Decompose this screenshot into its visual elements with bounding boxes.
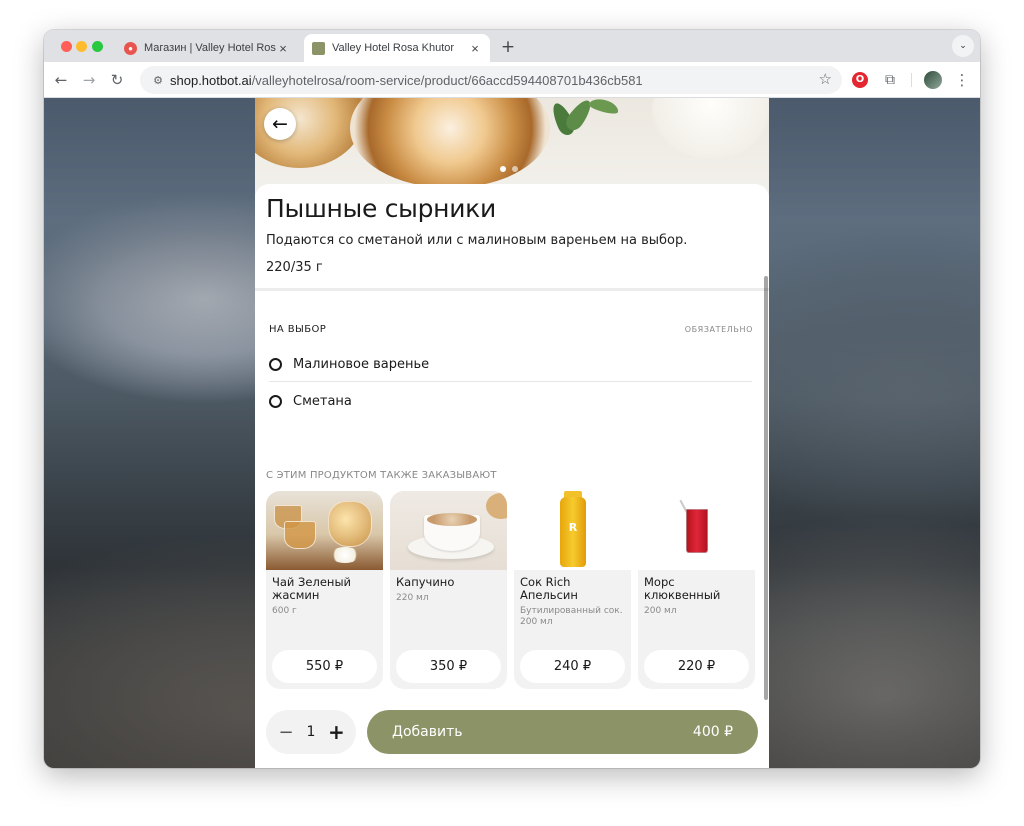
product-card-meta: 200 мл xyxy=(644,606,677,616)
zoom-window-button[interactable] xyxy=(92,41,103,52)
product-card[interactable]: Капучино 220 мл 350 ₽ xyxy=(390,491,507,689)
sour-cream-bowl xyxy=(651,98,769,158)
close-window-button[interactable] xyxy=(61,41,72,52)
site-settings-icon[interactable]: ⚙ xyxy=(146,74,170,87)
product-card-meta: 220 мл xyxy=(396,593,429,603)
url-path: /valleyhotelrosa/room-service/product/66… xyxy=(251,72,643,88)
product-card-price-button[interactable]: 350 ₽ xyxy=(396,650,501,683)
product-card-image xyxy=(266,491,383,570)
product-card[interactable]: Чай Зеленый жасмин 600 г 550 ₽ xyxy=(266,491,383,689)
browser-menu-icon[interactable]: ⋮ xyxy=(952,70,972,90)
opera-extension-icon[interactable]: O xyxy=(852,72,868,88)
also-ordered-title: С ЭТИМ ПРОДУКТОМ ТАКЖЕ ЗАКАЗЫВАЮТ xyxy=(266,470,497,481)
pancake-image xyxy=(350,98,550,188)
juice-logo-icon: R xyxy=(568,521,578,534)
option-raspberry-jam[interactable]: Малиновое варенье xyxy=(269,348,752,382)
option-label: Малиновое варенье xyxy=(293,357,430,372)
tab-valley-hotel[interactable]: Valley Hotel Rosa Khutor × xyxy=(304,34,490,62)
extensions-puzzle-icon[interactable]: ⧉ xyxy=(880,70,900,90)
browser-window: ● Магазин | Valley Hotel Rosa K × Valley… xyxy=(44,30,980,768)
add-to-cart-label: Добавить xyxy=(392,724,463,740)
bookmark-star-icon[interactable]: ☆ xyxy=(819,70,832,88)
tab-shop[interactable]: ● Магазин | Valley Hotel Rosa K × xyxy=(116,34,298,62)
profile-avatar[interactable] xyxy=(924,71,942,89)
section-divider xyxy=(255,288,769,291)
tab-search-button[interactable]: ⌄ xyxy=(952,35,974,57)
options-header: НА ВЫБОР ОБЯЗАТЕЛЬНО xyxy=(269,324,753,335)
mors-glass-image xyxy=(686,509,708,553)
product-info: Пышные сырники Подаются со сметаной или … xyxy=(255,184,769,289)
tab-title: Магазин | Valley Hotel Rosa K xyxy=(144,42,276,54)
flame-icon: ● xyxy=(124,41,137,55)
carousel-dots[interactable] xyxy=(500,166,518,172)
product-card-image xyxy=(390,491,507,570)
reload-icon[interactable]: ↻ xyxy=(106,69,128,91)
increase-quantity-button[interactable]: + xyxy=(328,720,345,744)
product-card-image xyxy=(638,491,755,570)
product-card-meta: 600 г xyxy=(272,606,297,616)
tab-title: Valley Hotel Rosa Khutor xyxy=(332,42,455,54)
page-background: ← Пышные сырники Подаются со сметаной ил… xyxy=(44,98,980,768)
required-badge: ОБЯЗАТЕЛЬНО xyxy=(684,325,753,334)
carousel-dot[interactable] xyxy=(500,166,506,172)
back-arrow-icon[interactable]: ← xyxy=(50,69,72,91)
product-card-price-button[interactable]: 550 ₽ xyxy=(272,650,377,683)
radio-button[interactable] xyxy=(269,394,282,408)
cookie-image xyxy=(486,493,507,519)
product-card-name: Капучино xyxy=(396,575,455,589)
add-to-cart-total: 400 ₽ xyxy=(692,724,733,740)
new-tab-button[interactable]: + xyxy=(496,36,520,58)
close-icon[interactable]: × xyxy=(468,41,482,56)
product-card[interactable]: Морс клюквенный 200 мл 220 ₽ xyxy=(638,491,755,689)
product-description: Подаются со сметаной или с малиновым вар… xyxy=(266,233,688,248)
tea-cup-image xyxy=(284,521,316,549)
quantity-stepper: − 1 + xyxy=(266,710,356,754)
product-card-meta: Бутилированный сок. 200 мл xyxy=(520,606,623,627)
radio-button[interactable] xyxy=(269,358,282,371)
product-image: ← xyxy=(255,98,769,198)
url-text: shop.hotbot.ai/valleyhotelrosa/room-serv… xyxy=(170,73,643,88)
address-bar[interactable]: ⚙ shop.hotbot.ai/valleyhotelrosa/room-se… xyxy=(140,66,842,94)
option-label: Сметана xyxy=(293,393,352,409)
decrease-quantity-button[interactable]: − xyxy=(278,722,294,743)
product-card-name: Чай Зеленый жасмин xyxy=(272,575,352,602)
coffee-foam-image xyxy=(427,513,477,526)
back-button[interactable]: ← xyxy=(264,108,296,140)
options-label: НА ВЫБОР xyxy=(269,324,327,335)
recommendation-list: Чай Зеленый жасмин 600 г 550 ₽ Капучино … xyxy=(266,491,755,689)
back-arrow-icon: ← xyxy=(272,113,288,135)
minimize-window-button[interactable] xyxy=(76,41,87,52)
product-card-name: Морс клюквенный xyxy=(644,575,721,602)
page-scrollbar[interactable] xyxy=(764,276,768,700)
tab-strip: ● Магазин | Valley Hotel Rosa K × Valley… xyxy=(44,30,980,62)
cart-bar: − 1 + Добавить 400 ₽ xyxy=(255,698,769,768)
product-weight: 220/35 г xyxy=(266,260,323,275)
product-card-price-button[interactable]: 220 ₽ xyxy=(644,650,749,683)
quantity-value: 1 xyxy=(306,724,316,740)
url-host: shop.hotbot.ai xyxy=(170,72,252,88)
teapot-image xyxy=(328,501,372,547)
product-sheet: ← Пышные сырники Подаются со сметаной ил… xyxy=(255,98,769,768)
product-title: Пышные сырники xyxy=(266,194,496,223)
product-card-price-button[interactable]: 240 ₽ xyxy=(520,650,625,683)
forward-arrow-icon[interactable]: → xyxy=(78,69,100,91)
mint-leaf xyxy=(587,98,621,116)
carousel-dot[interactable] xyxy=(512,166,518,172)
jasmine-flower-image xyxy=(330,547,360,563)
close-icon[interactable]: × xyxy=(276,41,290,56)
browser-toolbar: ← → ↻ ⚙ shop.hotbot.ai/valleyhotelrosa/r… xyxy=(44,62,980,98)
toolbar-separator xyxy=(911,73,912,87)
product-card[interactable]: R Сок Rich Апельсин Бутилированный сок. … xyxy=(514,491,631,689)
add-to-cart-button[interactable]: Добавить 400 ₽ xyxy=(367,710,758,754)
option-sour-cream[interactable]: Сметана xyxy=(269,384,752,418)
product-card-name: Сок Rich Апельсин xyxy=(520,575,578,602)
hotel-logo-icon xyxy=(312,41,325,55)
product-card-image: R xyxy=(514,491,631,570)
